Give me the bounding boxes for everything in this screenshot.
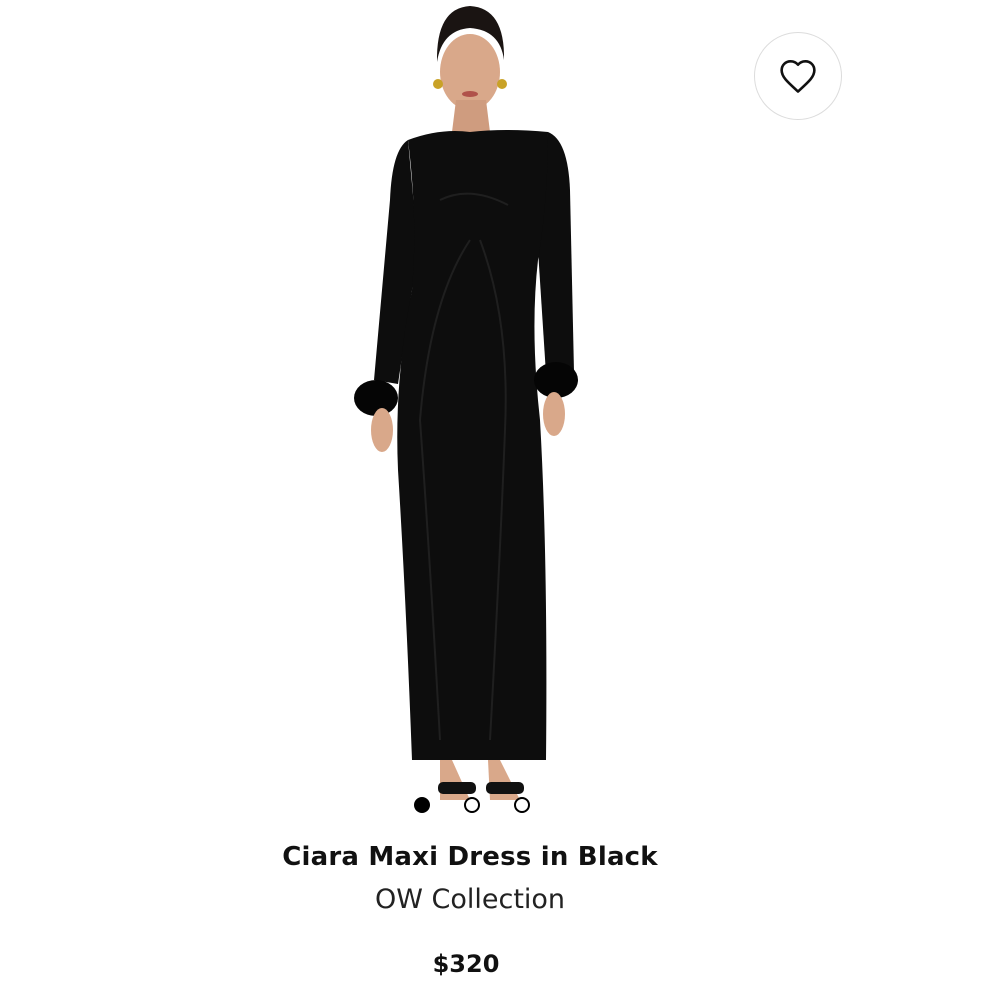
carousel-dots xyxy=(0,797,1000,813)
product-image[interactable] xyxy=(0,0,1000,840)
product-price: $320 xyxy=(432,950,500,978)
carousel-dot-3[interactable] xyxy=(514,797,530,813)
product-brand[interactable]: OW Collection xyxy=(0,884,940,915)
heart-outline-icon xyxy=(780,59,816,93)
wishlist-button[interactable] xyxy=(754,32,842,120)
product-title[interactable]: Ciara Maxi Dress in Black xyxy=(0,842,940,872)
product-card: Ciara Maxi Dress in Black OW Collection … xyxy=(0,0,1000,1000)
carousel-dot-1[interactable] xyxy=(414,797,430,813)
carousel-dot-2[interactable] xyxy=(464,797,480,813)
